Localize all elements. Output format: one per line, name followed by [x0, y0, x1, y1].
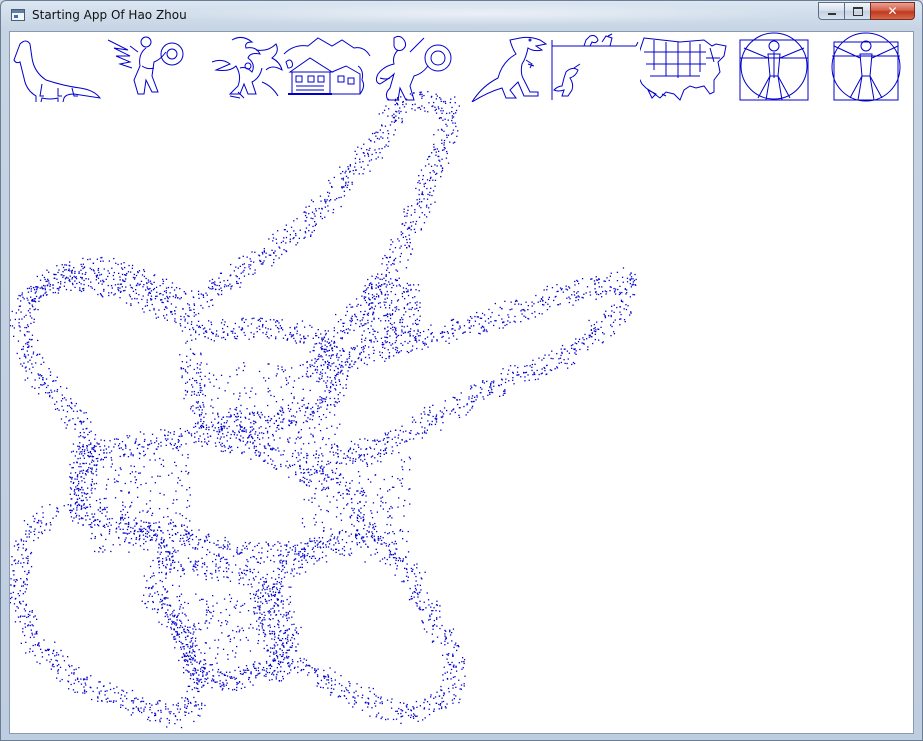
close-icon: ✕	[887, 4, 898, 18]
thumb-rex-on-ledge[interactable]	[550, 32, 640, 102]
thumb-dragon[interactable]	[202, 32, 292, 102]
thumb-winged-warrior[interactable]	[102, 32, 192, 102]
thumb-warrior[interactable]	[370, 32, 460, 102]
thumb-vitruvian-man[interactable]	[730, 32, 818, 102]
drawing-area[interactable]	[9, 31, 914, 734]
minimize-button[interactable]	[818, 2, 844, 20]
title-bar[interactable]: Starting App Of Hao Zhou ✕	[1, 1, 922, 30]
minimize-icon	[827, 13, 836, 15]
thumb-t-rex[interactable]	[462, 32, 552, 102]
caption-buttons: ✕	[818, 2, 915, 21]
app-icon[interactable]	[11, 9, 25, 21]
thumb-dinosaur[interactable]	[12, 32, 102, 102]
maximize-button[interactable]	[844, 2, 870, 20]
thumbnail-strip	[10, 32, 913, 104]
window-title: Starting App Of Hao Zhou	[32, 8, 187, 22]
thumb-house[interactable]	[282, 32, 372, 102]
close-button[interactable]: ✕	[870, 2, 915, 20]
app-window: Starting App Of Hao Zhou ✕	[0, 0, 923, 741]
thumb-vitruvian-man-circle[interactable]	[820, 32, 912, 102]
thumb-usa-map[interactable]	[640, 32, 732, 102]
maximize-icon	[852, 6, 863, 16]
drawing-canvas[interactable]	[10, 32, 913, 733]
